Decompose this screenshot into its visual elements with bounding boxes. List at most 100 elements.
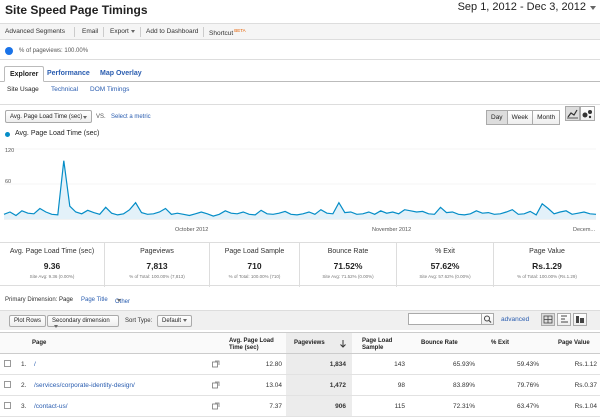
summary-subtext: % of Total: 100.00% (7,813) [129,274,185,279]
exit-cell: 59.43% [516,361,539,368]
advanced-segments-button[interactable]: Advanced Segments [5,28,65,35]
col-page[interactable]: Page [32,340,46,347]
plot-rows-button[interactable]: Plot Rows [9,315,47,327]
period-selector: Day Week Month [486,110,561,125]
summary-value: 710 [247,261,262,271]
summary-metric: % Exit 57.62% Site Avg: 57.62% (0.00%) [397,243,494,287]
secondary-dimension-label: Secondary dimension [52,318,110,324]
page-load-sample-cell: 115 [394,403,405,410]
summary-subtext: Site Avg: 71.52% (0.00%) [322,274,374,279]
timeline-chart[interactable]: 120 60 October 2012 November 2012 Decem... [0,143,600,235]
page-link[interactable]: /services/corporate-identity-design/ [34,382,135,389]
summary-metric: Avg. Page Load Time (sec) 9.36 Site Avg: 9… [0,243,105,287]
summary-value: 9.36 [43,261,61,271]
summary-label: Page Value [529,248,565,255]
summary-value: 57.62% [430,261,460,271]
y-tick-label: 120 [5,148,14,154]
motion-chart-toggle[interactable] [580,106,595,121]
secondary-dimension-dropdown[interactable]: Secondary dimension [47,315,119,328]
bounce-rate-cell: 83.89% [452,382,475,389]
period-day-button[interactable]: Day [486,110,508,125]
dimension-page-title[interactable]: Page Title [81,297,108,303]
search-button[interactable] [481,313,494,325]
metric-dropdown[interactable]: Avg. Page Load Time (sec) [5,110,92,123]
row-number: 3. [21,403,27,410]
series-line [3,160,597,217]
table-row[interactable]: 3. /contact-us/7.37 906 115 72.31% 63.47% Rs.1… [0,396,600,417]
line-chart-toggle[interactable] [565,106,580,121]
period-month-button[interactable]: Month [532,110,561,125]
export-button[interactable]: Export [110,28,135,35]
export-label: Export [110,28,129,35]
avg-load-time-cell: 12.80 [265,361,282,368]
summary-subtext: Site Avg: 57.62% (0.00%) [419,274,471,279]
select-metric-link[interactable]: Select a metric [111,114,151,120]
subtab-site-usage[interactable]: Site Usage [7,86,39,93]
primary-dimension-row: Primary Dimension: Page Page Title Other [0,295,600,307]
subtab-technical[interactable]: Technical [51,86,78,93]
pivot-icon [576,316,584,323]
summary-value: Rs.1.29 [532,261,562,271]
segment-pie-icon [5,47,13,55]
sort-type-dropdown[interactable]: Default [157,315,192,327]
comparison-view-button[interactable] [557,313,571,326]
tab-map-overlay[interactable]: Map Overlay [95,66,147,82]
row-number: 2. [21,382,27,389]
tab-performance[interactable]: Performance [42,66,95,82]
email-button[interactable]: Email [82,28,98,35]
table-row[interactable]: 1. / 12.80 1,834 143 65.93% 59.43% Rs.1.12 [0,354,600,375]
summary-metric: Pageviews 7,813 % of Total: 100.00% (7,813… [105,243,210,287]
report-tabs: Explorer Performance Map Overlay [0,64,600,82]
x-tick-label: October 2012 [175,227,208,233]
row-number: 1. [21,361,27,368]
summary-label: Avg. Page Load Time (sec) [9,248,95,255]
open-page-icon[interactable] [212,360,220,368]
chevron-down-icon [183,318,188,322]
segment-label: % of pageviews: 100.00% [19,48,89,54]
table-view-button[interactable] [541,313,555,326]
report-header: Site Speed Page Timings Sep 1, 2012 - De… [0,0,600,22]
sort-descending-icon [340,340,346,348]
open-page-icon[interactable] [212,381,220,389]
metric-summary: Avg. Page Load Time (sec) 9.36 Site Avg: 9… [0,242,600,287]
page-load-sample-cell: 98 [397,382,405,389]
dimension-page[interactable]: Page [59,297,73,303]
col-pageviews[interactable]: Pageviews [294,340,325,347]
row-checkbox[interactable] [4,402,11,409]
col-bounce-rate[interactable]: Bounce Rate [421,340,458,347]
tab-explorer[interactable]: Explorer [4,66,45,82]
open-page-icon[interactable] [212,402,220,410]
subtab-dom-timings[interactable]: DOM Timings [90,86,129,93]
col-page-value[interactable]: Page Value [558,340,590,347]
col-exit[interactable]: % Exit [491,340,509,347]
advanced-filter-link[interactable]: advanced [501,316,529,323]
row-checkbox[interactable] [4,360,11,367]
row-checkbox[interactable] [4,381,11,388]
col-avg-load-time[interactable]: Avg. Page Load Time (sec) [229,338,289,352]
pageviews-cell: 906 [335,403,346,410]
y-tick-label: 60 [5,179,11,185]
table-row[interactable]: 2. /services/corporate-identity-design/13… [0,375,600,396]
segment-bar: % of pageviews: 100.00% [0,42,600,60]
exit-cell: 79.76% [516,382,539,389]
chevron-down-icon[interactable] [590,6,596,10]
summary-value: 7,813 [146,261,168,271]
toolbar-divider [74,27,75,37]
summary-label: Bounce Rate [327,248,369,255]
chevron-down-icon [130,29,135,33]
col-page-load-sample[interactable]: Page Load Sample [362,338,404,352]
shortcut-button[interactable]: ShortcutBETA [209,28,246,37]
page-link[interactable]: /contact-us/ [34,403,68,410]
vs-label: VS. [96,114,106,120]
chevron-down-icon [83,116,87,119]
comparison-icon [561,315,568,323]
toolbar-divider [140,27,141,37]
add-to-dashboard-button[interactable]: Add to Dashboard [146,28,198,35]
period-week-button[interactable]: Week [506,110,534,125]
date-range-picker[interactable]: Sep 1, 2012 - Dec 3, 2012 [458,1,586,13]
pageviews-cell: 1,472 [329,382,346,389]
toolbar-divider [103,27,104,37]
pivot-view-button[interactable] [573,313,587,326]
page-link[interactable]: / [34,361,36,368]
line-chart-icon [567,109,578,119]
